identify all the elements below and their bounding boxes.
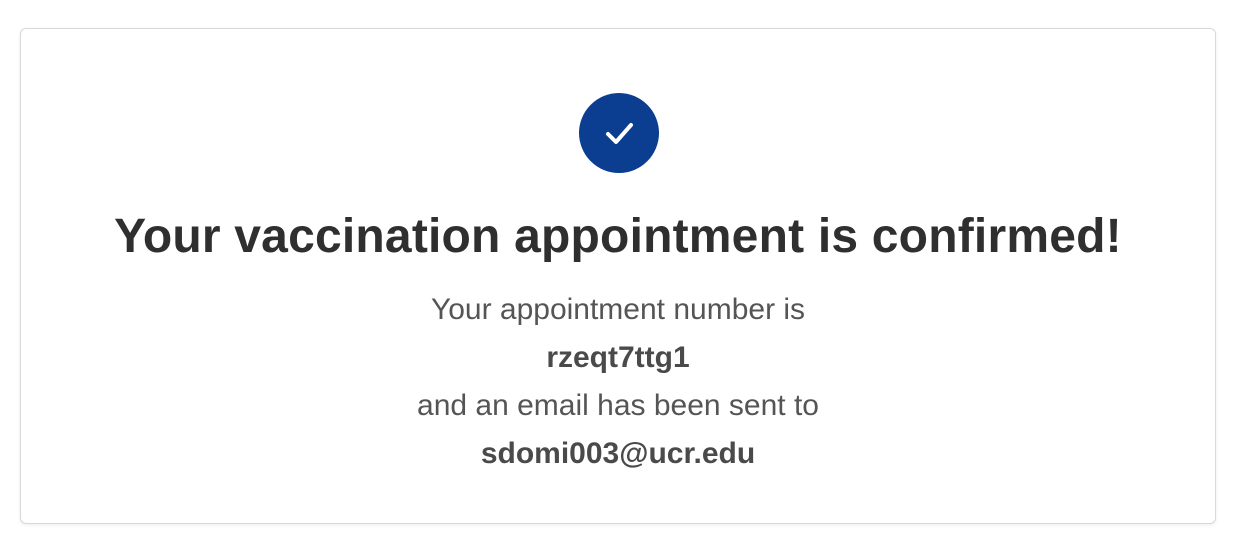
email-intro: and an email has been sent to: [417, 389, 819, 422]
confirmation-badge: [579, 93, 659, 173]
email-address: sdomi003@ucr.edu: [480, 437, 756, 470]
check-icon: [606, 123, 633, 144]
confirmation-card: Your vaccination appointment is confirme…: [20, 28, 1216, 524]
appointment-number: rzeqt7ttg1: [546, 341, 690, 374]
page-title: Your vaccination appointment is confirme…: [114, 210, 1122, 263]
appointment-number-intro: Your appointment number is: [430, 293, 806, 326]
